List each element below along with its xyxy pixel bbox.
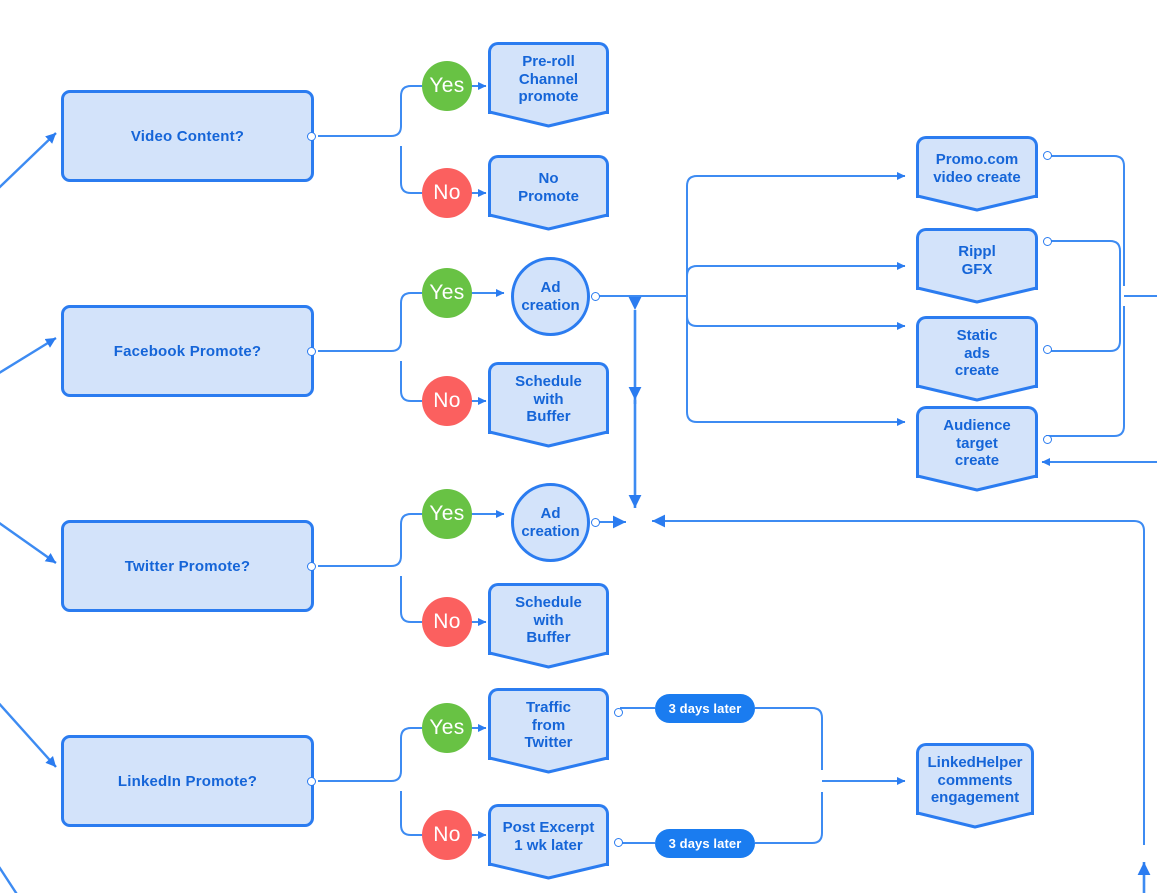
chevron-tail xyxy=(488,207,609,231)
output-port[interactable] xyxy=(591,292,600,301)
outcome-schedule-with-buffer-facebook[interactable]: Schedule with Buffer xyxy=(488,362,609,448)
chevron-tail xyxy=(488,856,609,880)
output-port[interactable] xyxy=(1043,237,1052,246)
branch-yes-linkedin[interactable]: Yes xyxy=(422,703,472,753)
delay-label: 3 days later xyxy=(668,836,742,851)
flowchart-canvas: Video Content? Facebook Promote? Twitter… xyxy=(0,0,1157,893)
decision-twitter-promote[interactable]: Twitter Promote? xyxy=(61,520,316,612)
outcome-text: Schedule with Buffer xyxy=(515,372,582,426)
asset-audience-target-create[interactable]: Audience target create xyxy=(916,406,1052,492)
branch-no-facebook[interactable]: No xyxy=(422,376,472,426)
output-port[interactable] xyxy=(1043,435,1052,444)
output-port[interactable] xyxy=(1043,345,1052,354)
branch-label: No xyxy=(433,610,461,633)
delay-pill-top[interactable]: 3 days later xyxy=(655,694,755,723)
decision-video-content[interactable]: Video Content? xyxy=(61,90,316,182)
output-port[interactable] xyxy=(1043,151,1052,160)
branch-label: Yes xyxy=(429,281,465,304)
outcome-text: Post Excerpt 1 wk later xyxy=(502,818,595,854)
branch-label: No xyxy=(433,389,461,412)
outcome-post-excerpt-1-wk-later[interactable]: Post Excerpt 1 wk later xyxy=(488,804,623,880)
branch-label: Yes xyxy=(429,502,465,525)
asset-rippl-gfx[interactable]: Rippl GFX xyxy=(916,228,1052,304)
chevron-tail xyxy=(916,188,1038,212)
delay-label: 3 days later xyxy=(668,701,742,716)
branch-yes-twitter[interactable]: Yes xyxy=(422,489,472,539)
decision-facebook-promote[interactable]: Facebook Promote? xyxy=(61,305,316,397)
outcome-text: Ad creation xyxy=(521,279,580,314)
asset-text: Rippl GFX xyxy=(958,242,996,278)
chevron-tail xyxy=(488,645,609,669)
outcome-schedule-with-buffer-twitter[interactable]: Schedule with Buffer xyxy=(488,583,609,669)
outcome-pre-roll-channel-promote[interactable]: Pre-roll Channel promote xyxy=(488,42,609,128)
asset-static-ads-create[interactable]: Static ads create xyxy=(916,316,1052,402)
branch-no-video[interactable]: No xyxy=(422,168,472,218)
asset-text: Promo.com video create xyxy=(933,150,1021,186)
branch-label: Yes xyxy=(429,716,465,739)
chevron-tail xyxy=(488,750,609,774)
outcome-text: Traffic from Twitter xyxy=(524,698,573,752)
output-port[interactable] xyxy=(307,561,316,571)
decision-label: Twitter Promote? xyxy=(124,557,251,575)
output-port[interactable] xyxy=(307,346,316,356)
outcome-text: Ad creation xyxy=(521,505,580,540)
asset-text: Audience target create xyxy=(943,416,1011,470)
branch-yes-facebook[interactable]: Yes xyxy=(422,268,472,318)
decision-label: Facebook Promote? xyxy=(113,342,262,360)
chevron-tail xyxy=(916,280,1038,304)
decision-label: LinkedIn Promote? xyxy=(117,772,258,790)
outcome-text: No Promote xyxy=(518,169,579,205)
outcome-text: Schedule with Buffer xyxy=(515,593,582,647)
chevron-tail xyxy=(916,468,1038,492)
decision-label: Video Content? xyxy=(130,127,245,145)
branch-yes-video[interactable]: Yes xyxy=(422,61,472,111)
chevron-tail xyxy=(488,424,609,448)
branch-label: Yes xyxy=(429,74,465,97)
delay-pill-bottom[interactable]: 3 days later xyxy=(655,829,755,858)
output-port[interactable] xyxy=(614,838,623,847)
output-port[interactable] xyxy=(307,131,316,141)
node-linkedhelper-comments-engagement[interactable]: LinkedHelper comments engagement xyxy=(916,743,1034,829)
outcome-ad-creation-twitter[interactable]: Ad creation xyxy=(511,483,600,562)
asset-promo-com-video-create[interactable]: Promo.com video create xyxy=(916,136,1052,212)
output-port[interactable] xyxy=(591,518,600,527)
chevron-tail xyxy=(916,378,1038,402)
chevron-tail xyxy=(916,805,1034,829)
branch-no-linkedin[interactable]: No xyxy=(422,810,472,860)
outcome-traffic-from-twitter[interactable]: Traffic from Twitter xyxy=(488,688,623,774)
outcome-no-promote[interactable]: No Promote xyxy=(488,155,609,231)
branch-label: No xyxy=(433,823,461,846)
engagement-text: LinkedHelper comments engagement xyxy=(927,753,1023,807)
decision-linkedin-promote[interactable]: LinkedIn Promote? xyxy=(61,735,316,827)
outcome-text: Pre-roll Channel promote xyxy=(518,52,579,106)
output-port[interactable] xyxy=(307,776,316,786)
branch-label: No xyxy=(433,181,461,204)
outcome-ad-creation-facebook[interactable]: Ad creation xyxy=(511,257,600,336)
branch-no-twitter[interactable]: No xyxy=(422,597,472,647)
chevron-tail xyxy=(488,104,609,128)
asset-text: Static ads create xyxy=(954,326,1000,380)
output-port[interactable] xyxy=(614,708,623,717)
